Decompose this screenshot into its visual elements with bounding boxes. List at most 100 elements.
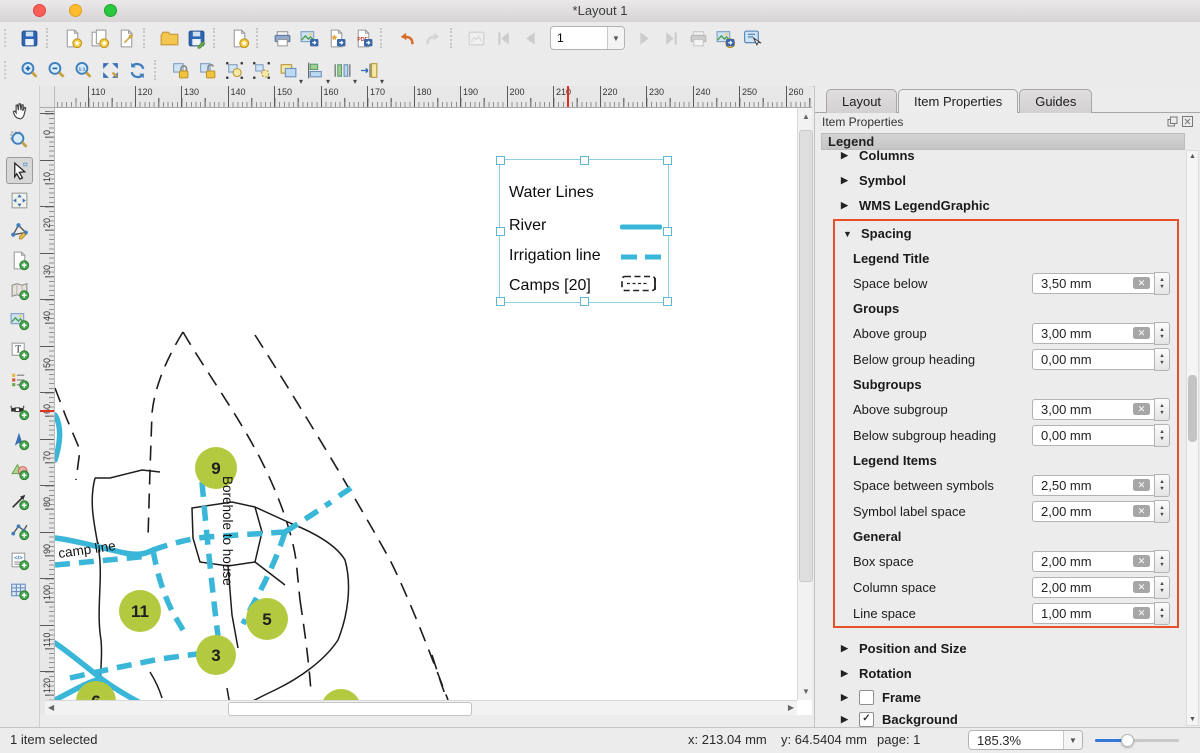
export-atlas-icon[interactable] xyxy=(712,25,739,52)
spinner-buttons[interactable]: ▲▼ xyxy=(1154,500,1170,523)
selection-handle[interactable] xyxy=(663,227,672,236)
clear-value-icon[interactable]: ✕ xyxy=(1133,403,1150,415)
edit-nodes-icon[interactable] xyxy=(6,217,33,244)
horizontal-scrollbar[interactable]: ◀ ▶ xyxy=(45,700,797,715)
spinbox-value-field[interactable]: 3,00 mm✕ xyxy=(1032,399,1154,420)
clear-value-icon[interactable]: ✕ xyxy=(1133,479,1150,491)
spinbox-value-field[interactable]: 2,00 mm✕ xyxy=(1032,501,1154,522)
spin-down-icon[interactable]: ▼ xyxy=(1159,410,1164,416)
add-north-arrow-icon[interactable] xyxy=(6,427,33,454)
distribute-items-icon[interactable]: ▾ xyxy=(329,57,356,84)
add-arrow-icon[interactable] xyxy=(6,487,33,514)
spinner-buttons[interactable]: ▲▼ xyxy=(1154,322,1170,345)
legend-item[interactable]: Water Lines River Irrigation line Camps … xyxy=(499,159,669,303)
move-content-icon[interactable] xyxy=(6,187,33,214)
spin-down-icon[interactable]: ▼ xyxy=(1159,512,1164,518)
pan-icon[interactable] xyxy=(6,97,33,124)
spin-up-icon[interactable]: ▲ xyxy=(1159,429,1164,435)
spinner-buttons[interactable]: ▲▼ xyxy=(1154,550,1170,573)
new-layout-icon[interactable] xyxy=(59,25,86,52)
spinbox-value-field[interactable]: 0,00 mm xyxy=(1032,349,1154,370)
add-table-icon[interactable] xyxy=(6,577,33,604)
spin-down-icon[interactable]: ▼ xyxy=(1159,486,1164,492)
close-panel-icon[interactable] xyxy=(1182,116,1193,127)
zoom-actual-icon[interactable]: 1:1 xyxy=(70,57,97,84)
spin-up-icon[interactable]: ▲ xyxy=(1159,277,1164,283)
spinner-buttons[interactable]: ▲▼ xyxy=(1154,576,1170,599)
selection-handle[interactable] xyxy=(580,297,589,306)
export-image-icon[interactable] xyxy=(296,25,323,52)
section-frame[interactable]: ▶Frame xyxy=(821,686,1185,708)
frame-checkbox[interactable] xyxy=(859,690,874,705)
section-background[interactable]: ▶✓Background xyxy=(821,708,1185,727)
spinbox-value-field[interactable]: 0,00 mm xyxy=(1032,425,1154,446)
section-symbol[interactable]: ▶ Symbol xyxy=(821,168,1185,193)
add-from-template-icon[interactable] xyxy=(226,25,253,52)
scroll-up-icon[interactable]: ▲ xyxy=(802,110,810,124)
duplicate-layout-icon[interactable] xyxy=(86,25,113,52)
spin-up-icon[interactable]: ▲ xyxy=(1159,581,1164,587)
toolbar-grip[interactable] xyxy=(4,29,12,47)
zoom-out-icon[interactable] xyxy=(43,57,70,84)
undo-icon[interactable] xyxy=(393,25,420,52)
atlas-settings-icon[interactable] xyxy=(739,25,766,52)
panel-scrollbar[interactable]: ▲ ▼ xyxy=(1186,150,1199,726)
toolbar-grip[interactable] xyxy=(4,61,12,79)
add-scalebar-icon[interactable] xyxy=(6,397,33,424)
open-folder-icon[interactable] xyxy=(156,25,183,52)
vertical-scrollbar[interactable]: ▲ ▼ xyxy=(797,108,812,700)
scroll-up-icon[interactable]: ▲ xyxy=(1187,153,1198,160)
select-icon[interactable] xyxy=(6,157,33,184)
clear-value-icon[interactable]: ✕ xyxy=(1133,327,1150,339)
raise-items-icon[interactable]: ▾ xyxy=(275,57,302,84)
zoom-slider-handle[interactable] xyxy=(1121,734,1134,747)
spin-down-icon[interactable]: ▼ xyxy=(1159,588,1164,594)
add-picture-icon[interactable] xyxy=(6,307,33,334)
zoom-slider[interactable] xyxy=(1095,739,1179,742)
section-wms-legendgraphic[interactable]: ▶ WMS LegendGraphic xyxy=(821,193,1185,218)
spin-up-icon[interactable]: ▲ xyxy=(1159,353,1164,359)
resize-items-icon[interactable]: ▾ xyxy=(356,57,383,84)
ungroup-items-icon[interactable] xyxy=(248,57,275,84)
spinbox-value-field[interactable]: 1,00 mm✕ xyxy=(1032,603,1154,624)
spin-up-icon[interactable]: ▲ xyxy=(1159,403,1164,409)
add-legend-icon[interactable] xyxy=(6,367,33,394)
spinbox-value-field[interactable]: 2,50 mm✕ xyxy=(1032,475,1154,496)
selection-handle[interactable] xyxy=(496,297,505,306)
spinner-buttons[interactable]: ▲▼ xyxy=(1154,398,1170,421)
tab-layout[interactable]: Layout xyxy=(826,89,897,113)
scroll-down-icon[interactable]: ▼ xyxy=(1187,716,1198,723)
selection-handle[interactable] xyxy=(663,297,672,306)
add-html-icon[interactable]: </> xyxy=(6,547,33,574)
spin-up-icon[interactable]: ▲ xyxy=(1159,327,1164,333)
selection-handle[interactable] xyxy=(580,156,589,165)
spin-up-icon[interactable]: ▲ xyxy=(1159,479,1164,485)
page-number-input[interactable] xyxy=(551,30,607,46)
zoom-tool-icon[interactable] xyxy=(6,127,33,154)
spin-down-icon[interactable]: ▼ xyxy=(1159,614,1164,620)
zoom-full-icon[interactable] xyxy=(97,57,124,84)
atlas-page-combo[interactable]: ▼ xyxy=(550,26,625,50)
section-columns[interactable]: ▶ Columns xyxy=(821,150,1185,168)
spinbox-value-field[interactable]: 2,00 mm✕ xyxy=(1032,551,1154,572)
scroll-left-icon[interactable]: ◀ xyxy=(48,701,54,715)
selection-handle[interactable] xyxy=(663,156,672,165)
section-spacing[interactable]: ▼ Spacing xyxy=(835,221,1177,246)
tab-item-properties[interactable]: Item Properties xyxy=(898,89,1018,113)
save-as-template-icon[interactable] xyxy=(183,25,210,52)
spinner-buttons[interactable]: ▲▼ xyxy=(1154,602,1170,625)
group-items-icon[interactable] xyxy=(221,57,248,84)
unlock-items-icon[interactable] xyxy=(194,57,221,84)
lock-items-icon[interactable] xyxy=(167,57,194,84)
section-position-and-size[interactable]: ▶Position and Size xyxy=(821,636,1185,661)
spin-up-icon[interactable]: ▲ xyxy=(1159,505,1164,511)
float-panel-icon[interactable] xyxy=(1167,116,1178,127)
print-icon[interactable] xyxy=(269,25,296,52)
vertical-scroll-thumb[interactable] xyxy=(799,130,813,582)
spin-down-icon[interactable]: ▼ xyxy=(1159,284,1164,290)
scroll-down-icon[interactable]: ▼ xyxy=(802,685,810,699)
export-pdf-icon[interactable]: PDF xyxy=(350,25,377,52)
align-items-icon[interactable]: ▾ xyxy=(302,57,329,84)
scroll-right-icon[interactable]: ▶ xyxy=(788,701,794,715)
selection-handle[interactable] xyxy=(496,156,505,165)
